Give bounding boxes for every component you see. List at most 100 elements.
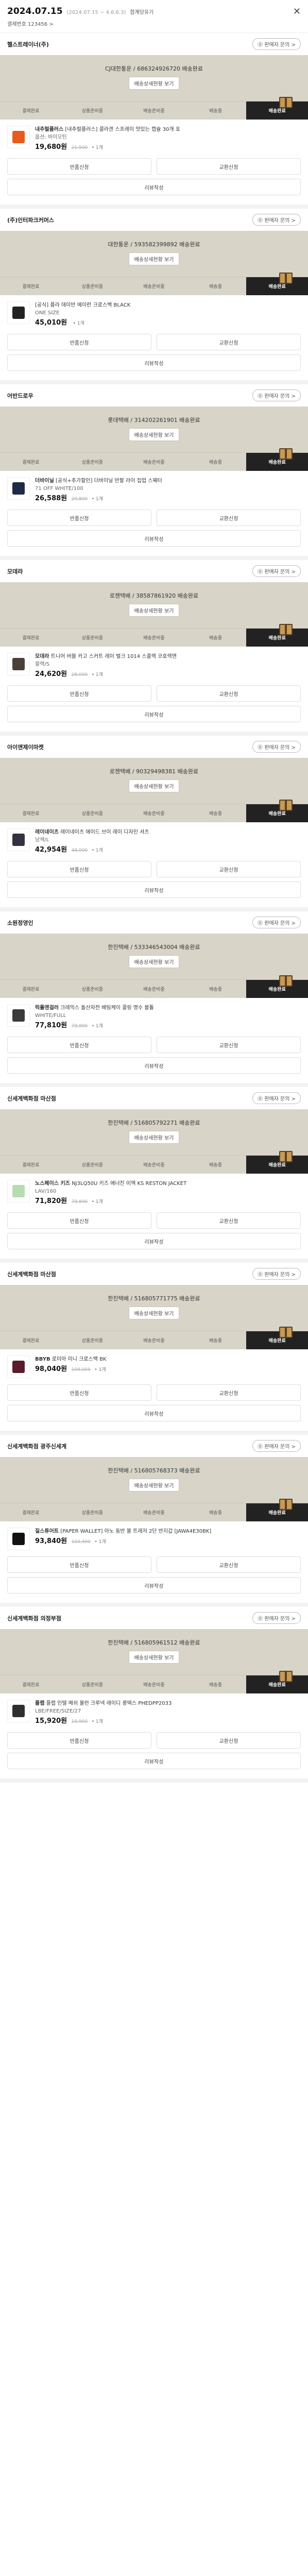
delivery-step: 결제완료 xyxy=(0,1675,62,1693)
product-info: 더바이닐 [공식+추가할인] 더바이닐 반팔 라이 집업 스웨터 71 OFF … xyxy=(35,477,301,503)
close-icon[interactable]: ✕ xyxy=(293,6,301,17)
seller-inquiry-button[interactable]: ⓪ 판매자 문의 > xyxy=(252,38,301,50)
product-thumbnail[interactable] xyxy=(7,1700,30,1722)
seller-name[interactable]: 헬스트레이너(주) xyxy=(7,40,49,48)
delivery-step: 상품준비중 xyxy=(61,101,124,120)
delivery-detail-button[interactable]: 배송상세현황 보기 xyxy=(128,955,180,968)
delivery-detail-button[interactable]: 배송상세현황 보기 xyxy=(128,428,180,441)
return-request-button[interactable]: 반품신청 xyxy=(7,685,151,702)
return-request-button[interactable]: 반품신청 xyxy=(7,158,151,175)
seller-name[interactable]: 소원정영인 xyxy=(7,919,33,927)
write-review-button[interactable]: 리뷰작성 xyxy=(7,1405,301,1421)
product-thumbnail[interactable] xyxy=(7,477,30,500)
return-request-button[interactable]: 반품신청 xyxy=(7,1732,151,1749)
product-thumbnail[interactable] xyxy=(7,126,30,148)
seller-inquiry-button[interactable]: ⓪ 판매자 문의 > xyxy=(252,1268,301,1280)
price-unit: 원 xyxy=(61,1365,67,1373)
order-item[interactable]: 노스페이스 키즈 NJ3LQ50U 키즈 에너진 미엑 KS RESTON JA… xyxy=(0,1174,308,1212)
product-thumbnail[interactable] xyxy=(7,1180,30,1202)
exchange-request-button[interactable]: 교환신청 xyxy=(157,1212,301,1229)
exchange-request-button[interactable]: 교환신청 xyxy=(157,1556,301,1573)
seller-name[interactable]: 신세계백화점 의정부점 xyxy=(7,1614,61,1622)
seller-inquiry-button[interactable]: ⓪ 판매자 문의 > xyxy=(252,565,301,577)
return-request-button[interactable]: 반품신청 xyxy=(7,861,151,877)
return-request-button[interactable]: 반품신청 xyxy=(7,1384,151,1401)
delivery-detail-button[interactable]: 배송상세현황 보기 xyxy=(128,1307,180,1319)
delivery-detail-button[interactable]: 배송상세현황 보기 xyxy=(128,779,180,792)
product-price: 93,840 xyxy=(35,1537,61,1545)
exchange-request-button[interactable]: 교환신청 xyxy=(157,1732,301,1749)
product-price: 71,820 xyxy=(35,1197,61,1205)
delivery-detail-button[interactable]: 배송상세현황 보기 xyxy=(128,1651,180,1664)
seller-inquiry-button[interactable]: ⓪ 판매자 문의 > xyxy=(252,1612,301,1624)
write-review-button[interactable]: 리뷰작성 xyxy=(7,1057,301,1074)
write-review-button[interactable]: 리뷰작성 xyxy=(7,882,301,898)
product-original-price: 48,000 xyxy=(71,848,88,853)
delivery-status-text: 한진택배 / 533346543004 배송완료 xyxy=(108,944,200,951)
exchange-request-button[interactable]: 교환신청 xyxy=(157,1384,301,1401)
seller-inquiry-button[interactable]: ⓪ 판매자 문의 > xyxy=(252,1092,301,1104)
write-review-button[interactable]: 리뷰작성 xyxy=(7,706,301,722)
product-thumbnail[interactable] xyxy=(7,1355,30,1378)
order-item[interactable]: 플랩 플랩 인텔 메쉬 볼런 크루넥 레이디 롱텍스 PHEDPP2033 LB… xyxy=(0,1693,308,1732)
seller-inquiry-button[interactable]: ⓪ 판매자 문의 > xyxy=(252,214,301,226)
exchange-request-button[interactable]: 교환신청 xyxy=(157,1037,301,1053)
exchange-request-button[interactable]: 교환신청 xyxy=(157,158,301,175)
order-item[interactable]: 더바이닐 [공식+추가할인] 더바이닐 반팔 라이 집업 스웨터 71 OFF … xyxy=(0,471,308,510)
return-request-button[interactable]: 반품신청 xyxy=(7,1556,151,1573)
seller-inquiry-button[interactable]: ⓪ 판매자 문의 > xyxy=(252,389,301,401)
seller-name[interactable]: 모데라 xyxy=(7,567,23,575)
seller-name[interactable]: 어반드로우 xyxy=(7,392,33,400)
order-item[interactable]: 럭톨앤걸러 크레믹스 돌산자전 배팅케이 콜링 명수 볼톨 WHITE/FULL… xyxy=(0,998,308,1037)
seller-name[interactable]: 신세계백화점 광주신세계 xyxy=(7,1442,66,1450)
product-price-row: 71,820원 79,800 • 1개 xyxy=(35,1197,301,1206)
product-thumbnail[interactable] xyxy=(7,1528,30,1550)
order-number-link[interactable]: 결제번호 123456 > xyxy=(7,20,301,27)
exchange-request-button[interactable]: 교환신청 xyxy=(157,685,301,702)
product-thumbnail[interactable] xyxy=(7,653,30,675)
delivery-detail-button[interactable]: 배송상세현황 보기 xyxy=(128,1131,180,1144)
product-thumbnail[interactable] xyxy=(7,301,30,324)
exchange-request-button[interactable]: 교환신청 xyxy=(157,510,301,526)
delivery-detail-button[interactable]: 배송상세현황 보기 xyxy=(128,604,180,617)
product-info: 레이네이츠 레이네이츠 에이드 브이 레이 디자인 셔츠 남색/L 42,954… xyxy=(35,828,301,855)
order-item[interactable]: 내추럴플러스 [내추럴플러스] 콜라겐 스프레이 맛있는 캡슐 30개 포 옵션… xyxy=(0,120,308,158)
write-review-button[interactable]: 리뷰작성 xyxy=(7,1753,301,1769)
order-item[interactable]: [공식] 플라 데이반 에이런 크로스백 BLACK ONE SIZE 45,0… xyxy=(0,295,308,334)
write-review-button[interactable]: 리뷰작성 xyxy=(7,179,301,195)
write-review-button[interactable]: 리뷰작성 xyxy=(7,1233,301,1249)
order-item[interactable]: 레이네이츠 레이네이츠 에이드 브이 레이 디자인 셔츠 남색/L 42,954… xyxy=(0,822,308,861)
product-thumbnail[interactable] xyxy=(7,1004,30,1027)
seller-inquiry-button[interactable]: ⓪ 판매자 문의 > xyxy=(252,741,301,753)
seller-name[interactable]: (주)인터파크커머스 xyxy=(7,216,54,224)
order-item[interactable]: 모데라 트니어 버블 카고 스커트 레이 벌크 1014 스콜렉 코호렉앤 블랙… xyxy=(0,647,308,685)
delivery-detail-button[interactable]: 배송상세현황 보기 xyxy=(128,252,180,265)
return-request-button[interactable]: 반품신청 xyxy=(7,1212,151,1229)
seller-inquiry-button[interactable]: ⓪ 판매자 문의 > xyxy=(252,1440,301,1452)
seller-inquiry-button[interactable]: ⓪ 판매자 문의 > xyxy=(252,917,301,928)
return-request-button[interactable]: 반품신청 xyxy=(7,334,151,350)
return-request-button[interactable]: 반품신청 xyxy=(7,510,151,526)
product-thumbnail[interactable] xyxy=(7,828,30,851)
delivery-step: 결제완료 xyxy=(0,1155,62,1174)
delivery-steps: 결제완료 상품준비중 배송준비중 배송중 배송완료 xyxy=(0,975,308,998)
order-item[interactable]: 질스튜어트 [PAPER WALLET] 아노 동반 볼 트레저 2단 반지갑 … xyxy=(0,1521,308,1556)
product-price-row: 98,040원 109,000 • 1개 xyxy=(35,1365,301,1374)
write-review-button[interactable]: 리뷰작성 xyxy=(7,530,301,547)
delivery-status-text: 대한통운 / 593582399892 배송완료 xyxy=(108,241,200,248)
write-review-button[interactable]: 리뷰작성 xyxy=(7,354,301,371)
seller-name[interactable]: 신세계백화점 마산점 xyxy=(7,1270,56,1278)
return-request-button[interactable]: 반품신청 xyxy=(7,1037,151,1053)
exchange-request-button[interactable]: 교환신청 xyxy=(157,334,301,350)
seller-name[interactable]: 신세계백화점 마산점 xyxy=(7,1094,56,1103)
exchange-request-button[interactable]: 교환신청 xyxy=(157,861,301,877)
action-row: 리뷰작성 xyxy=(7,1753,301,1769)
product-option: LBE/FREE/SIZE/27 xyxy=(35,1708,81,1714)
seller-name[interactable]: 아이앤제이마켓 xyxy=(7,743,44,751)
delivery-detail-button[interactable]: 배송상세현황 보기 xyxy=(128,77,180,90)
delivery-detail-button[interactable]: 배송상세현황 보기 xyxy=(128,1479,180,1492)
order-item[interactable]: BBYB 로미아 미니 크로스백 BK 98,040원 109,000 • 1개 xyxy=(0,1349,308,1384)
write-review-button[interactable]: 리뷰작성 xyxy=(7,1577,301,1594)
delivery-step: 배송준비중 xyxy=(123,452,185,471)
seller-row: 아이앤제이마켓 ⓪ 판매자 문의 > xyxy=(0,736,308,758)
